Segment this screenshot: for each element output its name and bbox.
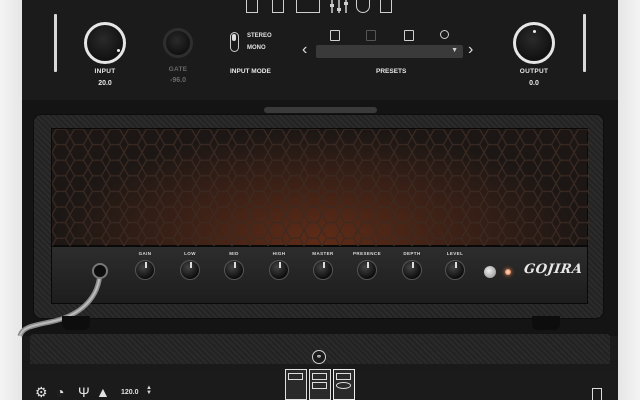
fx-module-icon[interactable] xyxy=(380,0,392,13)
depth-knob[interactable] xyxy=(402,260,422,280)
resize-icon[interactable] xyxy=(592,388,602,400)
mid-knob[interactable] xyxy=(224,260,244,280)
amp-foot-left xyxy=(62,316,90,330)
next-preset-icon[interactable]: › xyxy=(468,41,473,59)
amp-knob-master[interactable]: MASTER xyxy=(306,251,340,280)
output-control: OUTPUT 0.0 xyxy=(512,22,556,87)
eq-module-icon[interactable] xyxy=(328,0,350,13)
chain-slot-amp[interactable] xyxy=(309,369,331,400)
amp-knob-gain[interactable]: GAIN xyxy=(128,251,162,280)
input-mode-toggle[interactable] xyxy=(230,32,239,52)
gate-control: GATE -96.0 xyxy=(158,28,198,84)
high-knob[interactable] xyxy=(269,260,289,280)
gate-label: GATE xyxy=(168,66,188,73)
amp-grill xyxy=(51,128,589,247)
preset-actions xyxy=(326,30,456,42)
amp-knob-label: PRESENCE xyxy=(353,251,381,256)
midi-icon[interactable]: ◔ xyxy=(56,384,64,400)
mode-option-stereo[interactable]: STEREO xyxy=(247,33,272,39)
amp-knob-level[interactable]: LEVEL xyxy=(438,251,472,280)
cab-module-icon[interactable] xyxy=(356,0,370,13)
output-label: OUTPUT xyxy=(519,68,549,75)
gain-knob[interactable] xyxy=(135,260,155,280)
previous-preset-icon[interactable]: ‹ xyxy=(302,41,307,59)
input-knob[interactable] xyxy=(84,22,126,64)
bpm-value[interactable]: 120.0 xyxy=(121,389,139,396)
link-icon[interactable]: ⚭ xyxy=(312,350,326,364)
amp-knob-low[interactable]: LOW xyxy=(173,251,207,280)
input-meter xyxy=(54,14,57,72)
input-jack xyxy=(92,263,108,279)
preset-selector[interactable]: ▼ xyxy=(316,45,463,58)
brand-logo: GOJIRA xyxy=(522,262,584,277)
master-knob[interactable] xyxy=(313,260,333,280)
bpm-stepper-icon[interactable]: ▲ ▼ xyxy=(146,385,152,396)
amp-foot-right xyxy=(532,316,560,330)
module-tabs xyxy=(246,0,396,14)
input-label: INPUT xyxy=(94,68,116,75)
amp-knob-high[interactable]: HIGH xyxy=(262,251,296,280)
gate-knob[interactable] xyxy=(163,28,193,58)
amp-knob-mid[interactable]: MID xyxy=(217,251,251,280)
save-preset-icon[interactable] xyxy=(330,30,340,41)
search-presets-icon[interactable] xyxy=(440,30,449,39)
chain-slot-pedals[interactable] xyxy=(285,369,307,400)
import-preset-icon[interactable] xyxy=(404,30,414,41)
level-knob[interactable] xyxy=(445,260,465,280)
gate-value: -96.0 xyxy=(170,77,186,84)
chain-slot-cab[interactable] xyxy=(333,369,355,400)
delete-preset-icon[interactable] xyxy=(366,30,376,41)
channel-switch[interactable] xyxy=(484,266,496,278)
amp-knob-label: GAIN xyxy=(138,251,152,256)
mode-option-mono[interactable]: MONO xyxy=(247,45,266,51)
pedal-module-icon[interactable] xyxy=(272,0,284,13)
amp-module-icon[interactable] xyxy=(296,0,320,13)
input-mode-label: INPUT MODE xyxy=(230,68,271,75)
output-value: 0.0 xyxy=(529,80,539,87)
amp-knob-label: MASTER xyxy=(312,251,334,256)
amp-knob-label: LOW xyxy=(184,251,196,256)
input-value: 20.0 xyxy=(98,80,112,87)
presence-knob[interactable] xyxy=(357,260,377,280)
settings-gear-icon[interactable]: ⚙ xyxy=(35,384,48,400)
low-knob[interactable] xyxy=(180,260,200,280)
amp-knob-label: DEPTH xyxy=(403,251,421,256)
amp-knob-label: HIGH xyxy=(272,251,286,256)
presets-label: PRESETS xyxy=(376,68,407,75)
guitar-cable xyxy=(17,269,103,337)
amp-knob-depth[interactable]: DEPTH xyxy=(395,251,429,280)
amp-knob-label: MID xyxy=(229,251,239,256)
input-control: INPUT 20.0 xyxy=(83,22,127,87)
tuning-fork-icon[interactable]: Ψ xyxy=(78,384,90,400)
tuner-module-icon[interactable] xyxy=(246,0,258,13)
chevron-down-icon: ▼ xyxy=(451,47,458,54)
window-frame-right xyxy=(618,0,640,400)
power-led xyxy=(505,269,511,275)
window-frame-left xyxy=(0,0,22,400)
metronome-icon[interactable]: ▲ xyxy=(96,384,110,400)
amp-knob-presence[interactable]: PRESENCE xyxy=(350,251,384,280)
amp-knob-label: LEVEL xyxy=(446,251,464,256)
amp-handle xyxy=(264,107,377,113)
output-meter xyxy=(583,14,586,72)
output-knob[interactable] xyxy=(513,22,555,64)
